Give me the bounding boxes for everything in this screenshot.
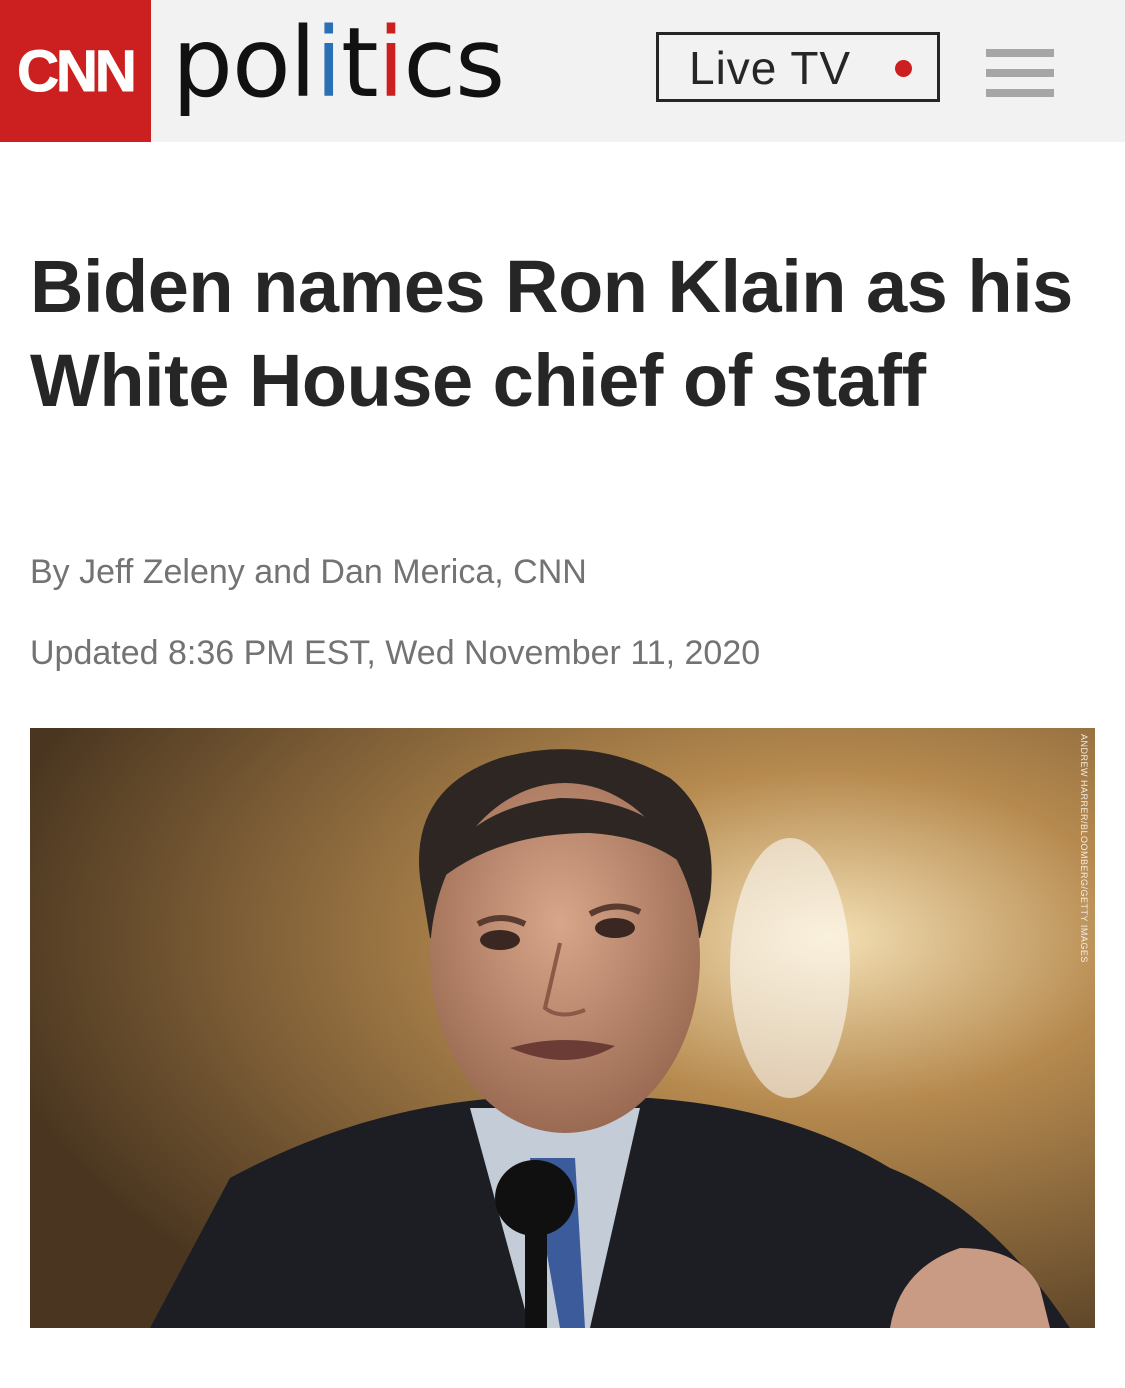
menu-bar — [986, 69, 1054, 77]
section-title-part: t — [341, 7, 379, 119]
live-tv-button[interactable]: Live TV — [656, 32, 940, 102]
article-byline: By Jeff Zeleny and Dan Merica, CNN — [30, 553, 587, 591]
live-indicator-icon — [895, 60, 912, 77]
logo-text: CNN — [17, 38, 138, 104]
section-title[interactable]: politics — [172, 7, 505, 119]
hamburger-menu-icon[interactable] — [986, 49, 1054, 97]
photo-credit: ANDREW HARRER/BLOOMBERG/GETTY IMAGES — [1079, 734, 1089, 963]
section-title-part: cs — [403, 7, 505, 119]
article-timestamp: Updated 8:36 PM EST, Wed November 11, 20… — [30, 634, 761, 672]
live-tv-label: Live TV — [689, 42, 852, 94]
cnn-logo[interactable]: CNN — [0, 0, 151, 142]
section-title-part: pol — [172, 7, 316, 119]
menu-bar — [986, 89, 1054, 97]
article-headline: Biden names Ron Klain as his White House… — [30, 245, 1073, 422]
menu-bar — [986, 49, 1054, 57]
section-title-part: i — [315, 7, 342, 119]
portrait-illustration — [30, 728, 1095, 1328]
section-title-part: i — [377, 7, 405, 119]
site-header: CNN politics Live TV — [0, 0, 1125, 142]
article-photo[interactable]: ANDREW HARRER/BLOOMBERG/GETTY IMAGES — [30, 728, 1095, 1328]
